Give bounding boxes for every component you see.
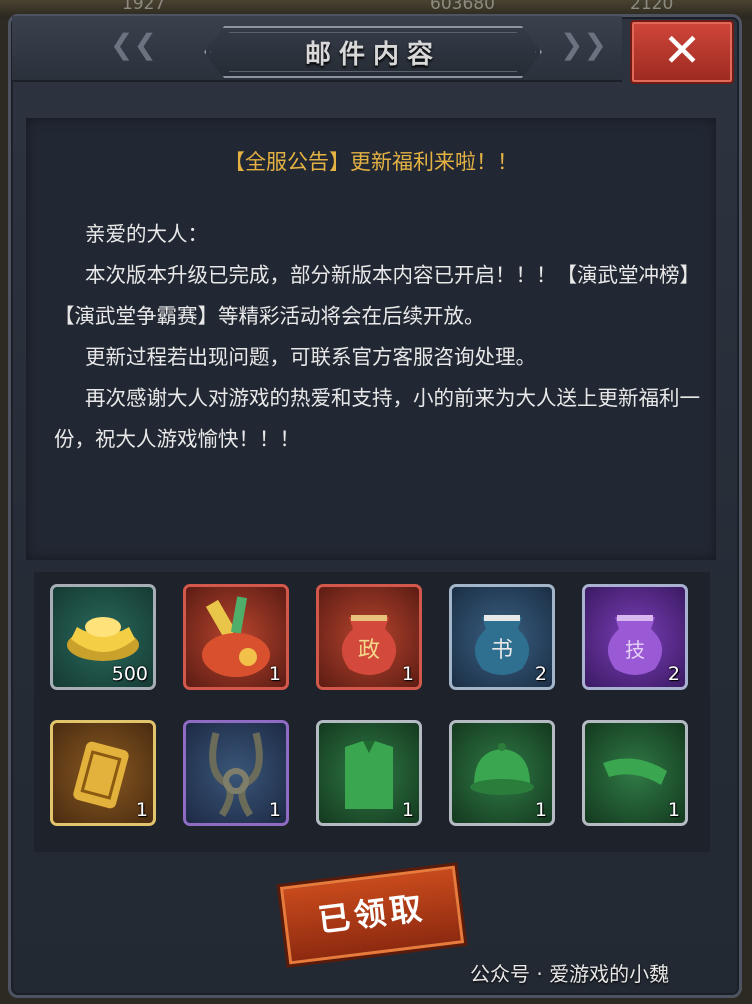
reward-qty: 2 bbox=[534, 663, 547, 685]
reward-qty: 1 bbox=[268, 799, 281, 821]
svg-text:政: 政 bbox=[358, 638, 380, 663]
reward-item-purple-pouch[interactable]: 技 2 bbox=[582, 584, 688, 690]
watermark: 公众号 · 爱游戏的小魏 bbox=[470, 962, 670, 986]
reward-qty: 1 bbox=[401, 799, 414, 821]
mail-content: 【全服公告】更新福利来啦！！ 亲爱的大人： 本次版本升级已完成，部分新版本内容已… bbox=[26, 118, 716, 560]
left-ornament: ❮❮ bbox=[110, 28, 157, 61]
reward-qty: 1 bbox=[667, 799, 680, 821]
resource-value-2: 603680 bbox=[430, 0, 495, 14]
close-icon: ✕ bbox=[662, 23, 702, 77]
reward-qty: 1 bbox=[135, 799, 148, 821]
svg-text:书: 书 bbox=[491, 638, 513, 663]
title-plate: 邮件内容 bbox=[204, 26, 542, 78]
claimed-label: 已领取 bbox=[315, 888, 428, 940]
reward-item-red-pouch[interactable]: 政 1 bbox=[316, 584, 422, 690]
reward-qty: 1 bbox=[534, 799, 547, 821]
svg-text:技: 技 bbox=[625, 638, 645, 662]
greeting: 亲爱的大人： bbox=[85, 222, 208, 246]
reward-qty: 2 bbox=[667, 663, 680, 685]
reward-item-gold-token[interactable]: 1 bbox=[50, 720, 156, 826]
body-paragraph: 更新过程若出现问题，可联系官方客服咨询处理。 bbox=[85, 345, 536, 369]
mail-headline: 【全服公告】更新福利来啦！！ bbox=[224, 150, 518, 174]
reward-item-rope[interactable]: 1 bbox=[183, 720, 289, 826]
resource-value-3: 2120 bbox=[630, 0, 674, 14]
reward-item-gold-ingot[interactable]: 500 bbox=[50, 584, 156, 690]
resource-value-1: 1927 bbox=[122, 0, 166, 14]
reward-item-green-hat[interactable]: 1 bbox=[449, 720, 555, 826]
reward-item-green-sash[interactable]: 1 bbox=[582, 720, 688, 826]
reward-item-red-gift-bag[interactable]: 1 bbox=[183, 584, 289, 690]
reward-qty: 1 bbox=[401, 663, 414, 685]
reward-item-blue-book-pouch[interactable]: 书 2 bbox=[449, 584, 555, 690]
body-paragraph: 本次版本升级已完成，部分新版本内容已开启！！！【演武堂冲榜】【演武堂争霸赛】等精… bbox=[54, 263, 700, 328]
reward-qty: 500 bbox=[111, 663, 148, 685]
body-paragraph: 再次感谢大人对游戏的热爱和支持，小的前来为大人送上更新福利一份，祝大人游戏愉快！… bbox=[54, 386, 700, 451]
close-button[interactable]: ✕ bbox=[630, 20, 734, 84]
dialog-title: 邮件内容 bbox=[304, 40, 441, 70]
reward-grid: 500 1 政 1 书 2 技 2 1 1 1 1 1 bbox=[34, 572, 710, 852]
reward-item-green-robe[interactable]: 1 bbox=[316, 720, 422, 826]
mail-body: 亲爱的大人： 本次版本升级已完成，部分新版本内容已开启！！！【演武堂冲榜】【演武… bbox=[54, 214, 704, 460]
right-ornament: ❯❯ bbox=[560, 28, 607, 61]
reward-qty: 1 bbox=[268, 663, 281, 685]
